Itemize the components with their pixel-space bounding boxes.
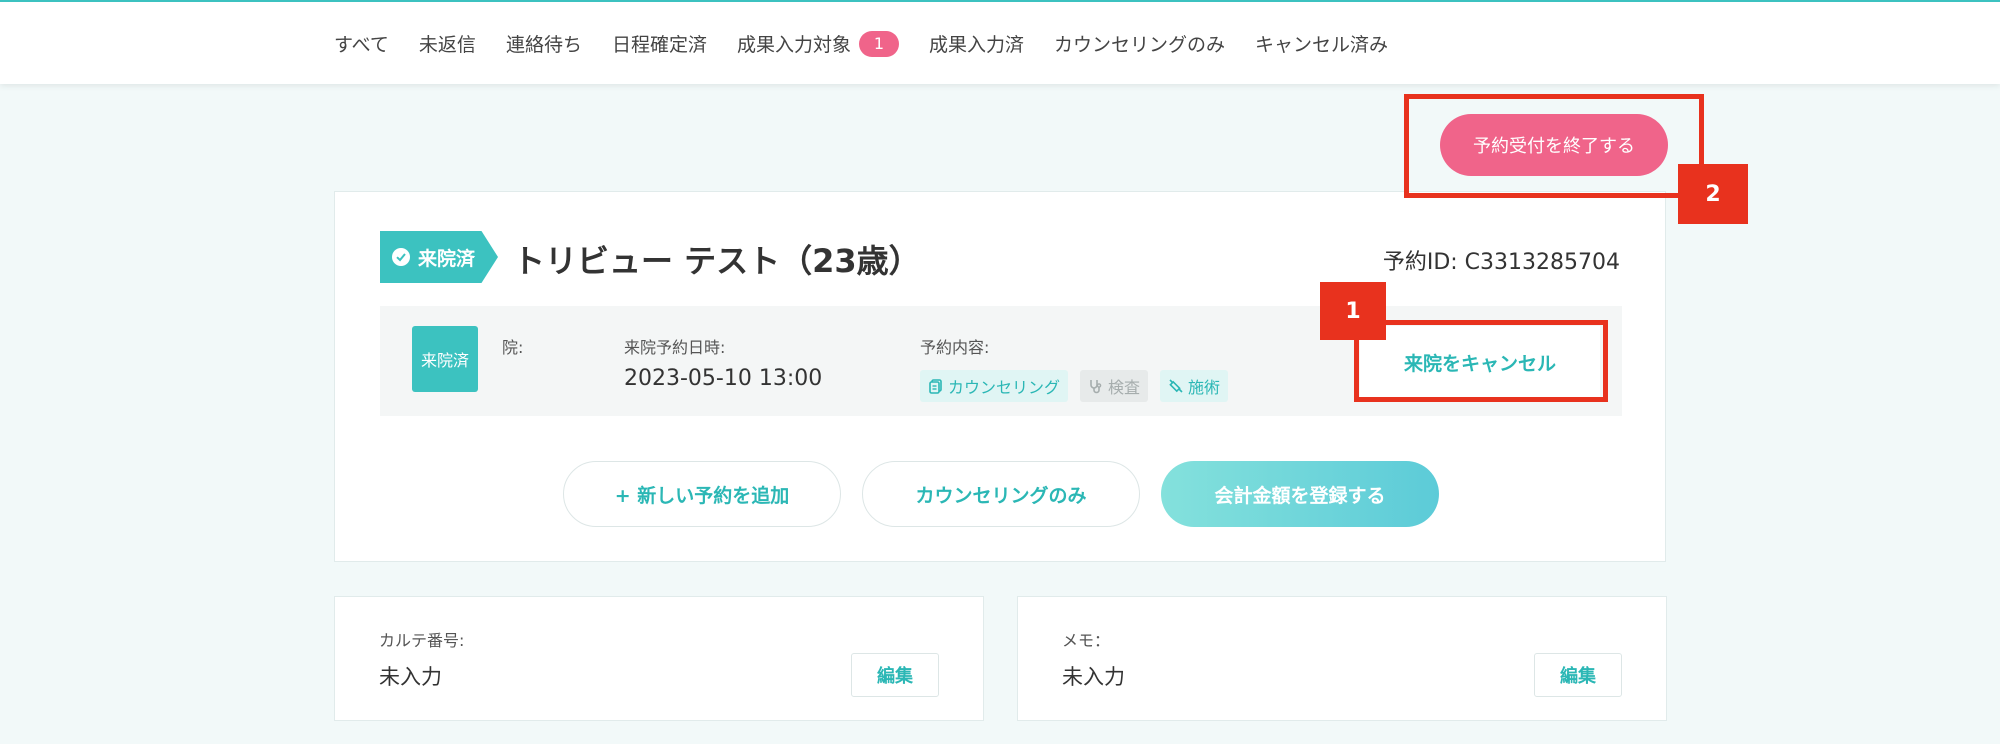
memo-card: メモ： 未入力 編集 — [1017, 596, 1667, 721]
reservation-id: 予約ID: C3313285704 — [1382, 250, 1620, 275]
annotation-number-2: 2 — [1678, 164, 1748, 224]
tab-unreplied[interactable]: 未返信 — [419, 30, 476, 57]
chip-examination: 検査 — [1080, 370, 1149, 402]
edit-memo-button[interactable]: 編集 — [1534, 653, 1622, 697]
chart-number-value: 未入力 — [379, 665, 442, 689]
document-icon — [929, 379, 942, 394]
memo-value: 未入力 — [1062, 665, 1125, 689]
tab-result-input-target[interactable]: 成果入力対象 1 — [737, 30, 899, 57]
visited-badge: 来院済 — [412, 326, 478, 392]
register-amount-button[interactable]: 会計金額を登録する — [1161, 461, 1439, 527]
tab-result-entered[interactable]: 成果入力済 — [929, 30, 1024, 57]
clinic-label: 院: — [502, 338, 524, 357]
chip-counseling: カウンセリング — [920, 370, 1069, 402]
tab-schedule-confirmed[interactable]: 日程確定済 — [612, 30, 707, 57]
memo-label: メモ： — [1062, 631, 1111, 650]
chart-number-label: カルテ番号: — [379, 631, 465, 650]
syringe-icon — [1169, 379, 1183, 393]
add-reservation-button[interactable]: + 新しい予約を追加 — [563, 461, 841, 527]
edit-chart-number-button[interactable]: 編集 — [851, 653, 939, 697]
stethoscope-icon — [1090, 380, 1102, 394]
reservation-content-chips: カウンセリング 検査 施術 — [920, 370, 1240, 402]
visit-status-flag: 来院済 — [380, 231, 498, 283]
tab-all[interactable]: すべて — [334, 30, 389, 57]
patient-name: トリビュー テスト（23歳） — [513, 242, 921, 280]
tab-list: すべて 未返信 連絡待ち 日程確定済 成果入力対象 1 成果入力済 カウンセリン… — [334, 30, 1418, 57]
datetime-label: 来院予約日時: — [624, 338, 726, 357]
tab-counseling-only[interactable]: カウンセリングのみ — [1054, 30, 1225, 57]
counseling-only-button[interactable]: カウンセリングのみ — [862, 461, 1140, 527]
datetime-value: 2023-05-10 13:00 — [624, 366, 823, 391]
chip-treatment: 施術 — [1160, 370, 1229, 402]
annotation-box-2 — [1404, 94, 1704, 198]
tab-cancelled[interactable]: キャンセル済み — [1255, 30, 1388, 57]
chart-number-card: カルテ番号: 未入力 編集 — [334, 596, 984, 721]
count-badge: 1 — [858, 30, 899, 57]
content-label: 予約内容: — [920, 338, 990, 357]
annotation-number-1: 1 — [1320, 282, 1386, 340]
annotation-box-1 — [1354, 320, 1608, 402]
check-icon — [392, 248, 410, 266]
status-tab-bar: すべて 未返信 連絡待ち 日程確定済 成果入力対象 1 成果入力済 カウンセリン… — [0, 0, 2000, 84]
tab-awaiting-contact[interactable]: 連絡待ち — [506, 30, 582, 57]
